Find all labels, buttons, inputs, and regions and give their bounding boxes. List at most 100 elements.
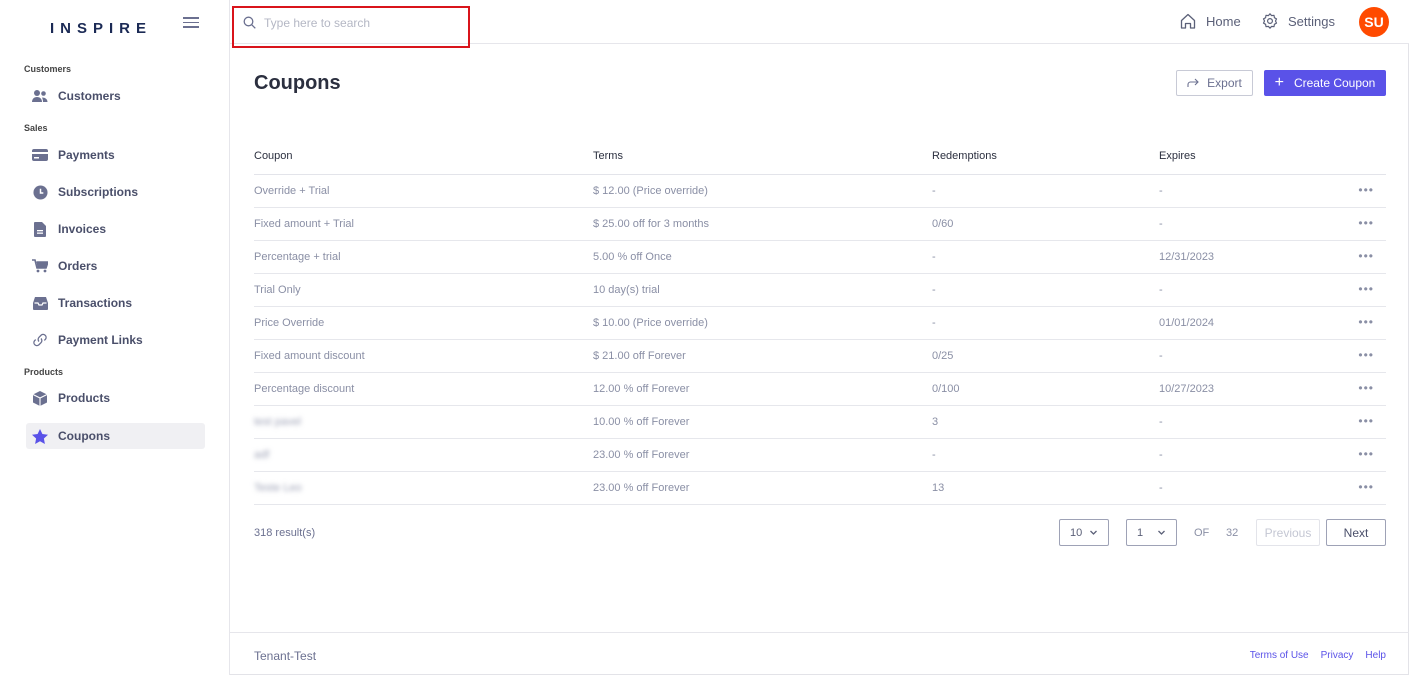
table-row[interactable]: Price Override $ 10.00 (Price override) - 0… [254,307,1386,340]
row-actions-icon[interactable]: ••• [1358,447,1374,461]
row-actions-icon[interactable]: ••• [1358,249,1374,263]
menu-toggle-icon[interactable] [183,14,199,30]
document-icon [32,221,48,237]
cell-terms: 12.00 % off Forever [593,383,690,395]
table-row[interactable]: adf 23.00 % off Forever - - ••• [254,439,1386,472]
column-header-redemptions[interactable]: Redemptions [932,150,997,162]
section-label-products: Products [24,367,64,377]
cell-redemptions: - [932,449,936,461]
terms-link[interactable]: Terms of Use [1250,650,1309,661]
cell-expires: - [1159,284,1163,296]
cell-coupon: Percentage + trial [254,251,341,263]
table-row[interactable]: Teste Leo 23.00 % off Forever 13 - ••• [254,472,1386,505]
cell-redemptions: 13 [932,482,945,494]
cell-redemptions: 3 [932,416,939,428]
tenant-name: Tenant-Test [254,649,317,663]
cell-redemptions: 0/100 [932,383,960,395]
column-header-coupon[interactable]: Coupon [254,150,293,162]
row-actions-icon[interactable]: ••• [1358,480,1374,494]
sidebar-item-label: Customers [58,89,121,103]
page-number-select[interactable]: 1 [1126,519,1177,546]
search-input[interactable] [264,13,454,33]
sidebar: INSPIRE Customers Customers Sales Paymen… [0,0,230,675]
home-icon [1180,13,1196,29]
search-box[interactable] [232,6,470,48]
create-coupon-button[interactable]: + Create Coupon [1264,70,1386,96]
table-row[interactable]: Override + Trial $ 12.00 (Price override)… [254,175,1386,208]
cell-terms: 10 day(s) trial [593,284,660,296]
row-actions-icon[interactable]: ••• [1358,348,1374,362]
help-link[interactable]: Help [1365,650,1386,661]
cell-terms: 23.00 % off Forever [593,449,690,461]
sidebar-item-label: Transactions [58,296,133,310]
user-avatar[interactable]: SU [1359,7,1389,37]
results-count: 318 result(s) [254,527,316,539]
cell-coupon: Price Override [254,317,325,329]
chevron-down-icon [1090,530,1097,535]
app-logo[interactable]: INSPIRE [50,20,152,37]
cell-expires: - [1159,218,1163,230]
previous-button[interactable]: Previous [1256,519,1320,546]
page-size-select[interactable]: 10 [1059,519,1109,546]
cell-expires: - [1159,449,1163,461]
total-pages: 32 [1226,527,1239,539]
table-body: Override + Trial $ 12.00 (Price override)… [254,175,1386,505]
table-row[interactable]: Trial Only 10 day(s) trial - - ••• [254,274,1386,307]
table-row[interactable]: Percentage discount 12.00 % off Forever 0/… [254,373,1386,406]
sidebar-item-transactions[interactable]: Transactions [26,290,205,316]
row-actions-icon[interactable]: ••• [1358,381,1374,395]
cell-redemptions: 0/60 [932,218,954,230]
sidebar-item-payment-links[interactable]: Payment Links [26,327,205,353]
privacy-link[interactable]: Privacy [1321,650,1354,661]
table-header: Coupon Terms Redemptions Expires [254,141,1386,175]
of-label: OF [1194,527,1210,539]
cell-coupon: Fixed amount + Trial [254,218,354,230]
row-actions-icon[interactable]: ••• [1358,315,1374,329]
clock-icon [32,184,48,200]
star-icon [32,428,48,444]
sidebar-item-orders[interactable]: Orders [26,253,205,279]
cell-redemptions: 0/25 [932,350,954,362]
home-link[interactable]: Home [1180,13,1241,29]
cell-terms: $ 10.00 (Price override) [593,317,708,329]
footer: Tenant-Test Terms of Use Privacy Help [230,632,1409,675]
table-row[interactable]: Percentage + trial 5.00 % off Once - 12/31/… [254,241,1386,274]
sidebar-item-products[interactable]: Products [26,385,205,411]
cell-coupon: Trial Only [254,284,301,296]
sidebar-item-payments[interactable]: Payments [26,142,205,168]
coupons-table: Coupon Terms Redemptions Expires Overrid… [254,141,1386,505]
sidebar-item-label: Payment Links [58,333,143,347]
row-actions-icon[interactable]: ••• [1358,282,1374,296]
sidebar-item-invoices[interactable]: Invoices [26,216,205,242]
cell-coupon: Teste Leo [254,482,302,494]
sidebar-item-customers[interactable]: Customers [26,83,205,109]
column-header-terms[interactable]: Terms [593,150,623,162]
inbox-icon [32,295,48,311]
row-actions-icon[interactable]: ••• [1358,183,1374,197]
export-button[interactable]: Export [1176,70,1253,96]
cell-expires: - [1159,185,1163,197]
cell-expires: - [1159,482,1163,494]
row-actions-icon[interactable]: ••• [1358,414,1374,428]
chevron-down-icon [1158,530,1165,535]
cell-terms: 5.00 % off Once [593,251,672,263]
row-actions-icon[interactable]: ••• [1358,216,1374,230]
search-icon [243,16,256,34]
box-icon [32,390,48,406]
cell-terms: $ 25.00 off for 3 months [593,218,709,230]
share-arrow-icon [1187,78,1199,87]
cell-coupon: Override + Trial [254,185,330,197]
column-header-expires[interactable]: Expires [1159,150,1196,162]
sidebar-item-subscriptions[interactable]: Subscriptions [26,179,205,205]
top-bar: Home Settings SU [230,0,1409,48]
cell-terms: 23.00 % off Forever [593,482,690,494]
sidebar-item-label: Products [58,391,111,405]
table-row[interactable]: Fixed amount + Trial $ 25.00 off for 3 mo… [254,208,1386,241]
sidebar-item-coupons[interactable]: Coupons [26,423,205,449]
section-label-sales: Sales [24,123,48,133]
table-row[interactable]: test pavel 10.00 % off Forever 3 - ••• [254,406,1386,439]
table-row[interactable]: Fixed amount discount $ 21.00 off Forever… [254,340,1386,373]
next-button[interactable]: Next [1326,519,1386,546]
cell-coupon: Percentage discount [254,383,355,395]
settings-link[interactable]: Settings [1262,13,1335,29]
